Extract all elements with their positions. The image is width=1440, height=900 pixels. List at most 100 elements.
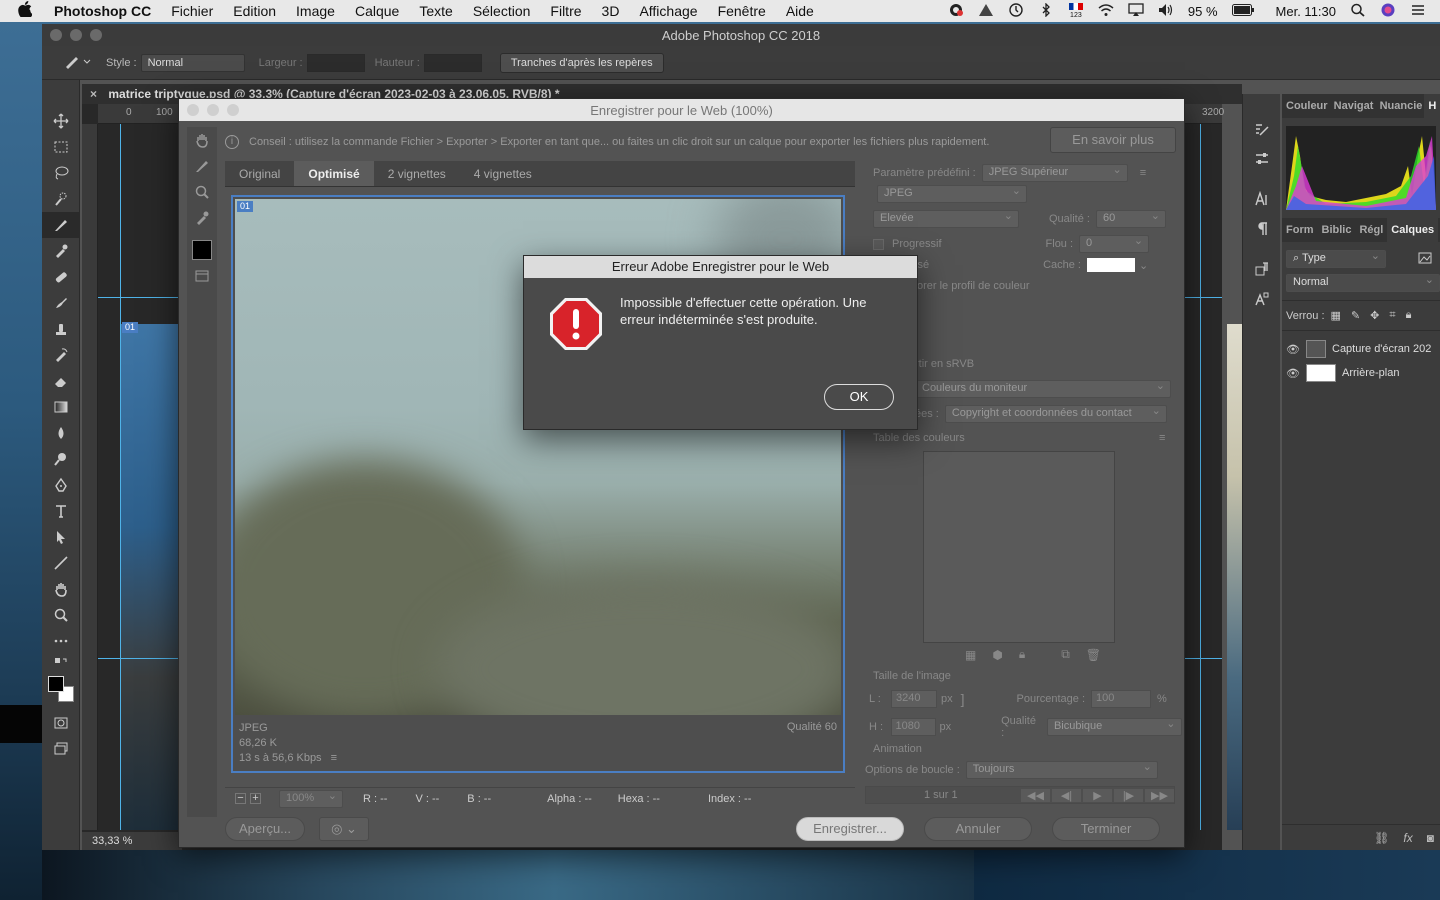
sfw-zoom-button[interactable]	[227, 104, 239, 116]
blur-input[interactable]: 0	[1079, 234, 1150, 253]
cancel-button[interactable]: Annuler	[924, 817, 1032, 841]
zoom-level-select[interactable]: 100%	[279, 789, 343, 808]
color-table-menu-icon[interactable]: ≡	[1159, 432, 1165, 444]
menu-selection[interactable]: Sélection	[473, 3, 531, 19]
slices-from-guides-button[interactable]: Tranches d'après les repères	[499, 52, 664, 73]
sfw-toggle-slices-icon[interactable]	[187, 263, 217, 289]
foreground-color-swatch[interactable]	[48, 676, 64, 692]
matte-menu-icon[interactable]: ⌄	[1139, 259, 1148, 272]
menu-aide[interactable]: Aide	[786, 3, 814, 19]
previous-frame-button[interactable]: ◀|	[1052, 788, 1081, 802]
slice-tool-preset-icon[interactable]	[64, 53, 92, 72]
compression-select[interactable]: Elevée	[873, 209, 1019, 228]
paragraph-panel-icon[interactable]	[1243, 214, 1281, 244]
slice-tool-icon[interactable]	[42, 212, 80, 238]
tab-navigation[interactable]: Navigat	[1330, 94, 1376, 118]
preset-select[interactable]: JPEG Supérieur	[981, 163, 1128, 182]
spotlight-search-icon[interactable]	[1350, 3, 1366, 20]
lock-all-icon[interactable]: 🔒︎	[1406, 309, 1412, 322]
metadata-select[interactable]: Copyright et coordonnées du contact	[944, 404, 1167, 423]
format-select[interactable]: JPEG	[877, 184, 1027, 203]
menu-fichier[interactable]: Fichier	[171, 3, 213, 19]
lock-pixels-icon[interactable]: ✎	[1351, 309, 1360, 322]
first-frame-button[interactable]: ◀◀	[1021, 788, 1050, 802]
preview-mode-select[interactable]: Couleurs du moniteur	[915, 379, 1171, 398]
menu-calque[interactable]: Calque	[355, 3, 399, 19]
save-button[interactable]: Enregistrer...	[796, 817, 904, 841]
style-select[interactable]: Normal	[140, 53, 245, 72]
last-frame-button[interactable]: ▶▶	[1145, 788, 1174, 802]
blend-mode-select[interactable]: Normal	[1286, 273, 1440, 292]
map-transparency-icon[interactable]: ▦	[965, 648, 976, 662]
pen-tool-icon[interactable]	[42, 472, 80, 498]
lock-position-icon[interactable]: ✥	[1370, 309, 1379, 322]
quick-selection-tool-icon[interactable]	[42, 186, 80, 212]
link-layers-icon[interactable]: ⛓︎	[1374, 831, 1389, 845]
tab-optimized[interactable]: Optimisé	[294, 161, 374, 186]
blur-tool-icon[interactable]	[42, 420, 80, 446]
bluetooth-icon[interactable]	[1038, 2, 1054, 20]
lock-color-icon[interactable]: 🔒︎	[1019, 647, 1025, 662]
loop-select[interactable]: Toujours	[965, 760, 1158, 779]
sfw-eyedropper-color-swatch[interactable]	[187, 237, 217, 263]
tab-original[interactable]: Original	[225, 161, 294, 186]
ok-button[interactable]: OK	[824, 384, 894, 410]
tab-bibliotheques[interactable]: Biblic	[1318, 218, 1356, 242]
sfw-eyedropper-tool-icon[interactable]	[187, 205, 217, 231]
layer-effects-icon[interactable]: fx	[1403, 831, 1412, 845]
tab-histogram[interactable]: H	[1424, 94, 1440, 118]
menu-image[interactable]: Image	[296, 3, 335, 19]
sfw-hand-tool-icon[interactable]	[187, 127, 217, 153]
paragraph-styles-icon[interactable]	[1243, 254, 1281, 284]
line-tool-icon[interactable]	[42, 550, 80, 576]
tab-reglages[interactable]: Régl	[1355, 218, 1387, 242]
tab-4-up[interactable]: 4 vignettes	[460, 161, 546, 186]
time-machine-icon[interactable]	[1008, 2, 1024, 20]
menu-filtre[interactable]: Filtre	[550, 3, 581, 19]
new-color-icon[interactable]: ⧉	[1061, 647, 1070, 662]
lasso-tool-icon[interactable]	[42, 160, 80, 186]
menu-edition[interactable]: Edition	[233, 3, 276, 19]
download-speed-menu-icon[interactable]: ≡	[331, 752, 337, 764]
quick-mask-icon[interactable]	[42, 710, 80, 736]
percent-input[interactable]: 100	[1091, 690, 1152, 708]
more-tools-icon[interactable]	[42, 628, 80, 654]
volume-icon[interactable]	[1158, 3, 1174, 20]
swap-colors-icon[interactable]	[42, 654, 80, 674]
size-height-input[interactable]: 1080	[890, 718, 936, 736]
close-document-icon[interactable]: ×	[90, 87, 97, 101]
zoom-tool-icon[interactable]	[42, 602, 80, 628]
healing-brush-tool-icon[interactable]	[42, 264, 80, 290]
menu-affichage[interactable]: Affichage	[639, 3, 697, 19]
resample-select[interactable]: Bicubique	[1046, 717, 1182, 736]
character-panel-icon[interactable]	[1243, 184, 1281, 214]
history-panel-icon[interactable]	[1243, 114, 1281, 144]
zoom-status[interactable]: 33,33 %	[82, 832, 182, 850]
lock-artboard-icon[interactable]: ⌗	[1389, 309, 1395, 322]
visibility-eye-icon[interactable]: 👁︎	[1286, 367, 1306, 380]
tab-nuancier[interactable]: Nuancie	[1376, 94, 1425, 118]
input-source-icon[interactable]: 123	[1068, 2, 1084, 20]
type-tool-icon[interactable]	[42, 498, 80, 524]
apple-menu-icon[interactable]	[18, 1, 40, 21]
width-input[interactable]	[306, 53, 365, 72]
wifi-icon[interactable]	[1098, 3, 1114, 20]
visibility-eye-icon[interactable]: 👁︎	[1286, 343, 1306, 356]
hand-tool-icon[interactable]	[42, 576, 80, 602]
screen-mode-icon[interactable]	[42, 736, 80, 762]
filter-pixel-icon[interactable]	[1418, 252, 1432, 267]
menu-3d[interactable]: 3D	[602, 3, 620, 19]
app-menu[interactable]: Photoshop CC	[54, 3, 151, 19]
done-button[interactable]: Terminer	[1052, 817, 1160, 841]
tab-2-up[interactable]: 2 vignettes	[374, 161, 460, 186]
tab-formes[interactable]: Form	[1282, 218, 1318, 242]
history-brush-tool-icon[interactable]	[42, 342, 80, 368]
dodge-tool-icon[interactable]	[42, 446, 80, 472]
play-button[interactable]: ▶	[1083, 788, 1112, 802]
sfw-close-button[interactable]	[187, 104, 199, 116]
path-selection-tool-icon[interactable]	[42, 524, 80, 550]
airplay-icon[interactable]	[1128, 2, 1144, 20]
constrain-proportions-icon[interactable]: ]	[961, 691, 965, 707]
menu-fenetre[interactable]: Fenêtre	[718, 3, 766, 19]
zoom-out-icon[interactable]: −	[235, 793, 246, 804]
